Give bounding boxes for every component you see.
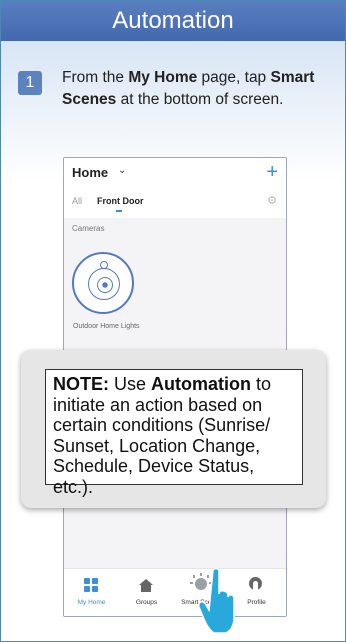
step-instruction: From the My Home page, tap Smart Scenes … xyxy=(62,67,324,111)
device-name: Outdoor Home Lights xyxy=(73,323,140,330)
camera-lens xyxy=(88,268,120,300)
add-button[interactable]: + xyxy=(266,158,278,186)
step-number-badge: 1 xyxy=(18,71,42,95)
sun-ray xyxy=(193,575,195,578)
home-dropdown[interactable]: Home xyxy=(72,165,108,180)
tab-all[interactable]: All xyxy=(72,196,82,206)
page-frame: Automation 1 From the My Home page, tap … xyxy=(0,0,346,642)
active-tab-indicator xyxy=(116,210,122,212)
note-card: NOTE: Use Automation to initiate an acti… xyxy=(21,350,326,508)
bottom-nav: My Home Groups Smart Scenes Profile xyxy=(64,568,286,616)
nav-my-home[interactable]: My Home xyxy=(64,569,119,616)
house-icon-body xyxy=(141,585,151,592)
nav-label: Profile xyxy=(247,599,266,606)
instruction-my-home: My Home xyxy=(128,69,198,86)
note-box: NOTE: Use Automation to initiate an acti… xyxy=(45,369,303,497)
tab-front-door[interactable]: Front Door xyxy=(97,196,144,206)
page-title: Automation xyxy=(1,1,345,41)
hand-pointer-icon xyxy=(199,567,235,634)
gear-icon[interactable]: ⚙ xyxy=(267,194,277,207)
note-lead: NOTE: xyxy=(53,374,109,394)
nav-label: Groups xyxy=(135,599,158,606)
note-text: Use xyxy=(109,374,152,394)
instruction-text: at the bottom of screen. xyxy=(116,91,284,108)
camera-lens-core xyxy=(97,277,113,293)
sun-ray xyxy=(190,582,193,584)
nav-label: My Home xyxy=(77,599,106,606)
note-automation: Automation xyxy=(151,374,251,394)
chevron-down-icon[interactable]: ⌄ xyxy=(118,165,126,176)
instruction-text: From the xyxy=(62,69,129,86)
phone-header: Home ⌄ + All Front Door ⚙ xyxy=(64,158,286,218)
profile-icon-cutout xyxy=(253,581,258,590)
nav-profile[interactable]: Profile xyxy=(229,569,284,616)
camera-icon[interactable] xyxy=(72,252,134,314)
instruction-text: page, tap xyxy=(197,69,271,86)
nav-groups[interactable]: Groups xyxy=(119,569,174,616)
camera-sensor xyxy=(100,261,108,269)
section-label-cameras: Cameras xyxy=(72,224,105,233)
